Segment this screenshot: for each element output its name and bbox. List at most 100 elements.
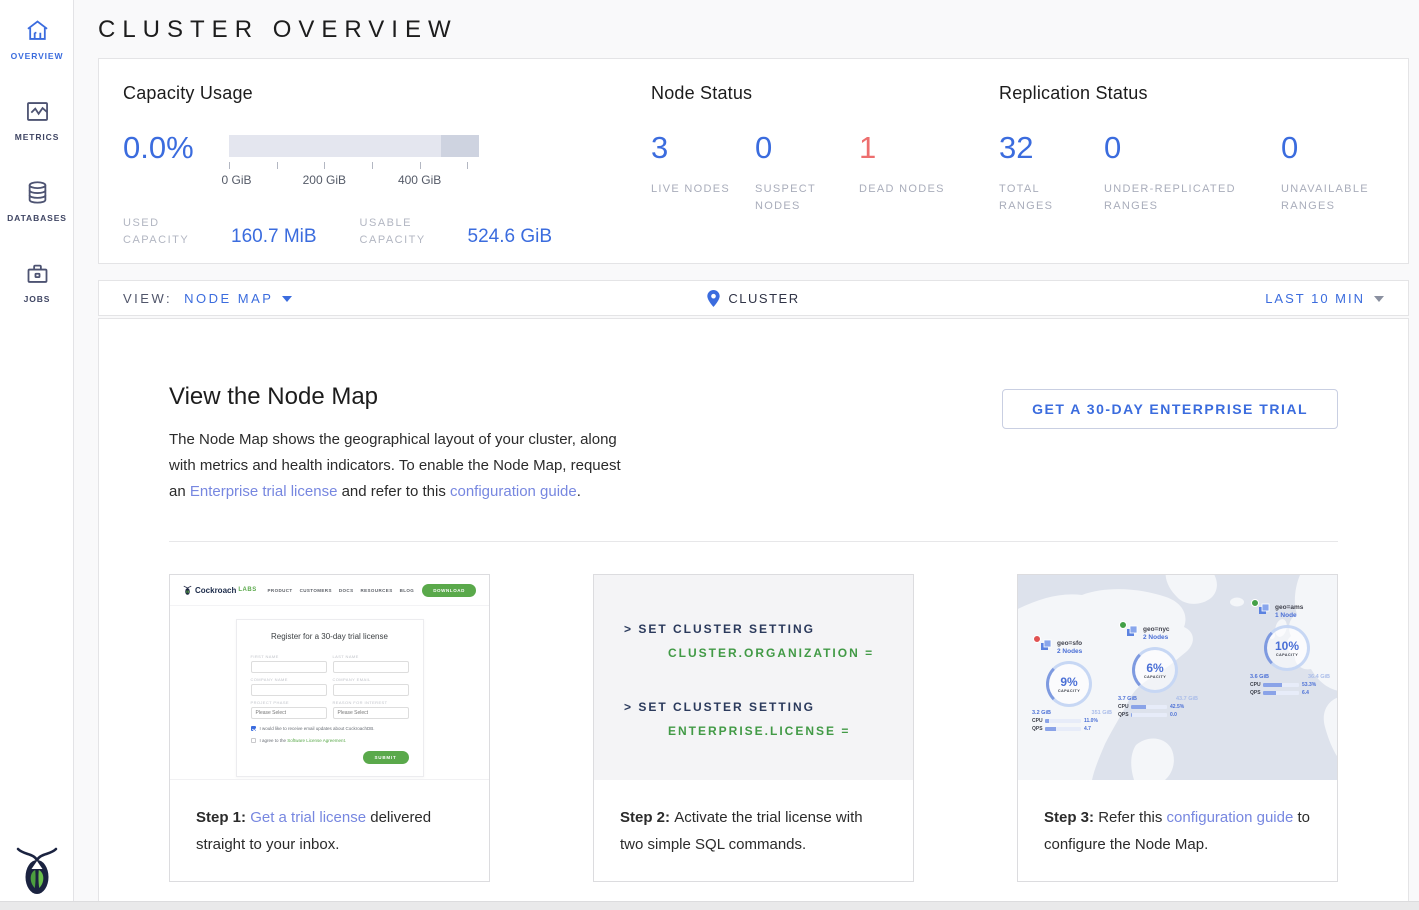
sidebar: OVERVIEW METRICS DATABASES JOBS — [0, 0, 74, 910]
under-replicated-ranges-stat: 0 UNDER-REPLICATED RANGES — [1104, 133, 1281, 215]
time-range-value: LAST 10 MIN — [1265, 291, 1365, 306]
step-3-caption: Step 3: Refer this configuration guide t… — [1018, 780, 1337, 858]
capacity-used: 3.2 GiB — [1032, 710, 1051, 716]
total-ranges-value: 32 — [999, 133, 1104, 163]
cpu-bar — [1045, 719, 1081, 723]
mini-field-label: COMPANY NAME — [251, 677, 327, 682]
mini-checkbox-label: I would like to receive email updates ab… — [260, 726, 375, 731]
configuration-guide-link[interactable]: configuration guide — [450, 483, 577, 500]
capacity-caption: CAPACITY — [1058, 689, 1080, 693]
land-africa — [1324, 697, 1337, 759]
capacity-bar-track — [229, 135, 479, 157]
mini-nav-link: BLOG — [400, 588, 415, 593]
land-south-america — [1131, 739, 1174, 780]
metrics-chart-icon — [24, 98, 51, 125]
enterprise-trial-license-link[interactable]: Enterprise trial license — [190, 483, 338, 500]
locality-label: CLUSTER — [728, 291, 799, 306]
locality-breadcrumb[interactable]: CLUSTER — [707, 290, 799, 307]
page-bottom-gutter — [0, 901, 1419, 910]
sidebar-item-label: DATABASES — [7, 213, 67, 223]
mini-nav-link: PRODUCT — [268, 588, 293, 593]
dead-nodes-stat: 1 DEAD NODES — [859, 133, 963, 215]
sidebar-item-label: JOBS — [24, 294, 51, 304]
node-map-thumbnail: geo=sfo 2 Nodes 9% CAPACITY 3.2 GiB 351 … — [1018, 575, 1337, 780]
sidebar-item-databases[interactable]: DATABASES — [0, 162, 74, 243]
axis-label: 0 GiB — [221, 173, 251, 187]
unavailable-ranges-value: 0 — [1281, 133, 1419, 163]
capacity-caption: CAPACITY — [1276, 653, 1298, 657]
mini-submit-button: SUBMIT — [363, 751, 409, 764]
mini-text-input — [333, 661, 409, 673]
tick-mark — [467, 162, 468, 169]
mini-field-label: PROJECT PHASE — [251, 700, 327, 705]
sidebar-item-metrics[interactable]: METRICS — [0, 81, 74, 162]
get-trial-license-link[interactable]: Get a trial license — [250, 809, 366, 826]
sql-setting-line: ENTERPRISE.LICENSE = — [668, 719, 913, 743]
step-1-card: Cockroach LABS PRODUCT CUSTOMERS DOCS RE… — [169, 574, 490, 882]
mini-checkbox-label: I agree to the Software License Agreemen… — [260, 738, 347, 743]
node-map-description: The Node Map shows the geographical layo… — [169, 427, 641, 505]
unavailable-ranges-label: UNAVAILABLE RANGES — [1281, 181, 1371, 215]
section-divider — [169, 541, 1338, 542]
mini-license-link: Software License Agreement. — [287, 738, 346, 743]
capacity-axis-labels: 0 GiB 200 GiB 400 GiB — [229, 173, 479, 189]
locality-name: geo=ams — [1275, 604, 1303, 612]
land-greenland — [1166, 575, 1217, 604]
axis-label: 200 GiB — [303, 173, 346, 187]
mini-field-label: REASON FOR INTEREST — [333, 700, 409, 705]
locality-widget-ams: geo=ams 1 Node 10% CAPACITY 3.6 GiB 36.4… — [1250, 603, 1336, 696]
sidebar-item-jobs[interactable]: JOBS — [0, 243, 74, 324]
mini-field-label: FIRST NAME — [251, 654, 327, 659]
unavailable-ranges-stat: 0 UNAVAILABLE RANGES — [1281, 133, 1419, 215]
locality-node-count: 2 Nodes — [1057, 648, 1082, 656]
capacity-percent: 6% — [1146, 662, 1163, 674]
view-mode-dropdown[interactable]: NODE MAP — [184, 291, 292, 306]
qps-label: QPS — [1032, 726, 1045, 732]
chevron-down-icon — [1374, 296, 1384, 302]
under-replicated-ranges-label: UNDER-REPLICATED RANGES — [1104, 181, 1269, 215]
total-ranges-stat: 32 TOTAL RANGES — [999, 133, 1104, 215]
mini-trial-form: Register for a 30-day trial license FIRS… — [236, 619, 424, 777]
axis-label: 400 GiB — [398, 173, 441, 187]
capacity-bar: 0 GiB 200 GiB 400 GiB — [229, 135, 479, 195]
locality-node-count: 2 Nodes — [1143, 634, 1170, 642]
status-dot-ok — [1119, 621, 1127, 629]
tick-mark — [277, 162, 278, 169]
tick-mark — [229, 162, 230, 169]
usable-capacity-value: 524.6 GiB — [468, 226, 553, 249]
view-toolbar: VIEW: NODE MAP CLUSTER LAST 10 MIN — [98, 280, 1409, 316]
node-map-heading: View the Node Map — [169, 383, 641, 411]
mini-text-input — [333, 684, 409, 696]
capacity-total: 43.7 GiB — [1176, 696, 1198, 702]
sql-command: > SET CLUSTER SETTING CLUSTER.ORGANIZATI… — [624, 617, 913, 665]
time-range-dropdown[interactable]: LAST 10 MIN — [1265, 291, 1384, 306]
capacity-caption: CAPACITY — [1144, 675, 1166, 679]
mini-checkbox-checked — [251, 726, 256, 731]
map-pin-icon — [707, 290, 720, 307]
qps-bar — [1045, 727, 1081, 731]
capacity-percent: 9% — [1060, 676, 1077, 688]
mini-select: Please Select — [333, 707, 409, 719]
node-status-section: Node Status 3 LIVE NODES 0 SUSPECT NODES… — [651, 83, 999, 263]
caption-text: Refer this — [1098, 809, 1166, 826]
locality-name: geo=sfo — [1057, 640, 1082, 648]
mini-site-brand: Cockroach LABS — [183, 585, 257, 596]
capacity-bar-reserved-segment — [441, 135, 479, 157]
enterprise-trial-button[interactable]: GET A 30-DAY ENTERPRISE TRIAL — [1002, 389, 1338, 429]
mini-select: Please Select — [251, 707, 327, 719]
step-1-caption: Step 1: Get a trial license delivered st… — [170, 780, 489, 858]
cpu-value: 42.5% — [1170, 704, 1184, 710]
configuration-guide-link[interactable]: configuration guide — [1167, 809, 1294, 826]
sidebar-item-overview[interactable]: OVERVIEW — [0, 0, 74, 81]
sidebar-item-label: METRICS — [15, 132, 60, 142]
step-2-card: > SET CLUSTER SETTING CLUSTER.ORGANIZATI… — [593, 574, 914, 882]
mini-field-label: LAST NAME — [333, 654, 409, 659]
cpu-bar — [1263, 683, 1299, 687]
cpu-value: 53.3% — [1302, 682, 1316, 688]
sql-prompt-line: > SET CLUSTER SETTING — [624, 695, 913, 719]
locality-widget-sfo: geo=sfo 2 Nodes 9% CAPACITY 3.2 GiB 351 … — [1032, 639, 1118, 732]
description-text: and refer to this — [337, 483, 450, 500]
sql-prompt-line: > SET CLUSTER SETTING — [624, 617, 913, 641]
replication-status-title: Replication Status — [999, 83, 1419, 104]
qps-bar — [1131, 713, 1167, 717]
